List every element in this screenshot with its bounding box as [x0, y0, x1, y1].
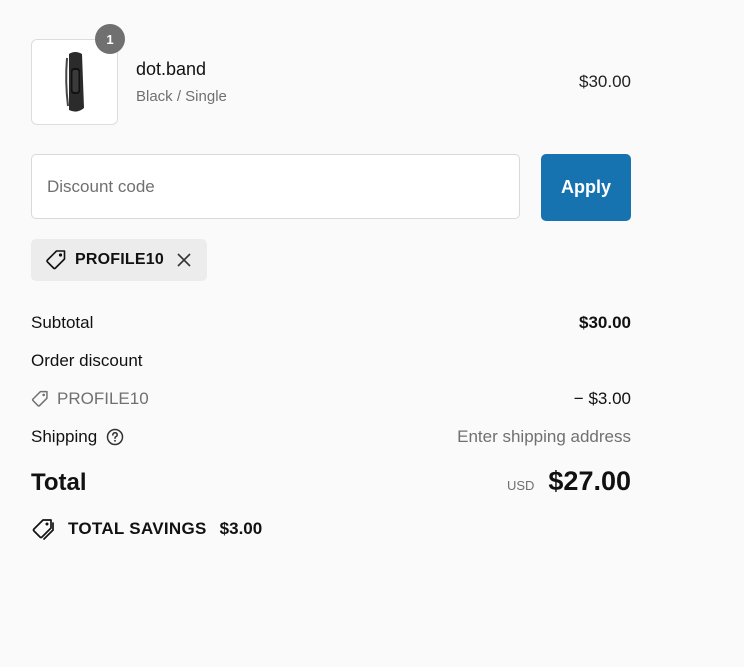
currency-code: USD	[506, 478, 535, 493]
applied-discount-chip: PROFILE10	[31, 239, 207, 281]
help-icon[interactable]	[106, 428, 124, 446]
product-variant: Black / Single	[136, 88, 227, 105]
shipping-value: Enter shipping address	[457, 427, 631, 446]
close-icon	[177, 253, 191, 267]
shipping-label: Shipping	[31, 427, 98, 446]
total-savings-label: TOTAL SAVINGS	[68, 519, 207, 538]
cart-line-item: 1 dot.band Black / Single $30.00	[31, 24, 631, 125]
savings-tags-icon	[32, 519, 54, 540]
quantity-badge: 1	[95, 24, 125, 54]
applied-discount-code: PROFILE10	[75, 251, 164, 268]
discount-code-input[interactable]	[31, 154, 520, 219]
subtotal-row: Subtotal $30.00	[31, 313, 631, 333]
discount-code-row: PROFILE10 − $3.00	[31, 389, 631, 413]
subtotal-label: Subtotal	[31, 313, 94, 332]
order-discount-label: Order discount	[31, 351, 143, 370]
remove-discount-button[interactable]	[176, 252, 192, 268]
product-price: $30.00	[579, 72, 631, 91]
total-savings-value: $3.00	[219, 519, 263, 538]
total-amount-group: USD $27.00	[507, 466, 631, 497]
discount-code-line: PROFILE10	[31, 389, 149, 409]
product-name: dot.band	[136, 59, 207, 79]
apply-discount-button[interactable]: Apply	[541, 154, 631, 221]
tag-icon	[31, 390, 48, 407]
total-amount: $27.00	[548, 466, 631, 496]
total-savings-row: TOTAL SAVINGS $3.00	[31, 518, 262, 540]
discount-code-text: PROFILE10	[57, 389, 149, 408]
discount-form: Apply	[31, 154, 631, 221]
total-label: Total	[31, 469, 87, 496]
fitness-band-image	[64, 52, 84, 112]
shipping-row: Shipping Enter shipping address	[31, 427, 631, 447]
order-discount-row: Order discount	[31, 351, 631, 371]
tag-icon	[46, 250, 66, 270]
subtotal-value: $30.00	[579, 313, 631, 332]
discount-amount: − $3.00	[573, 389, 631, 408]
